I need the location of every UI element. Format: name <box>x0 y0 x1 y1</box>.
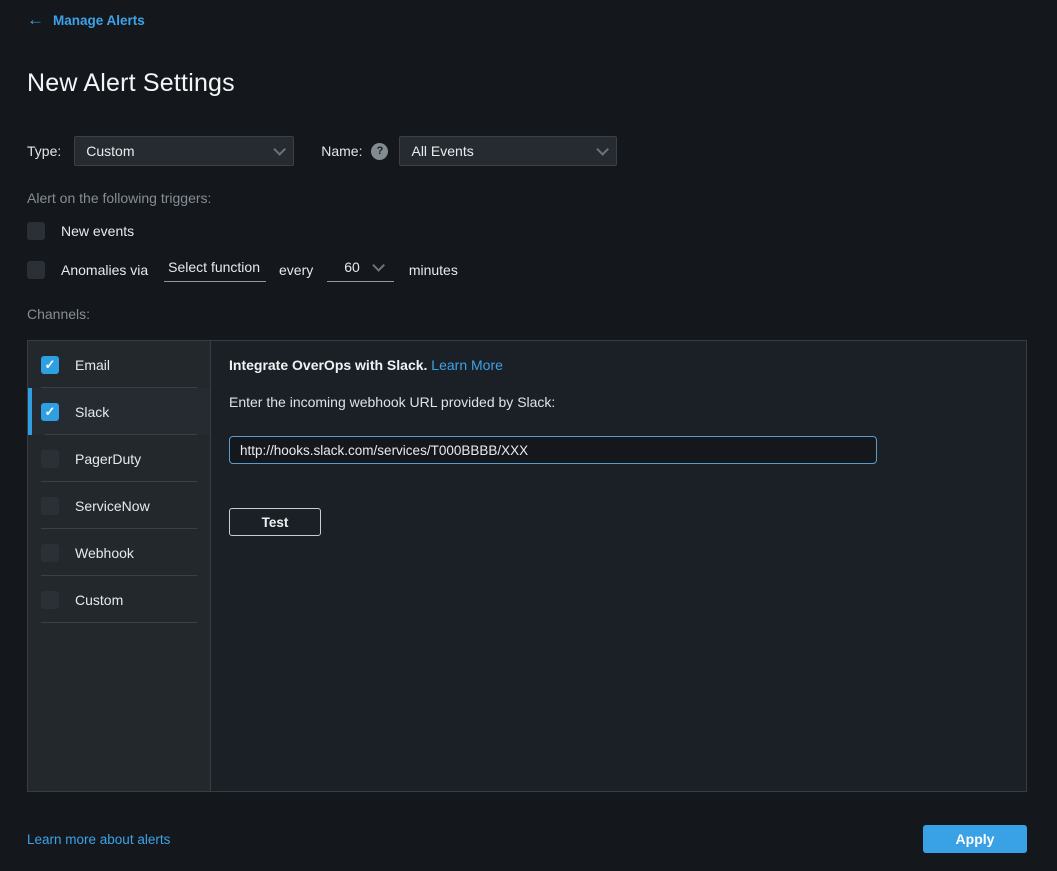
name-select-value: All Events <box>411 143 474 159</box>
minutes-label: minutes <box>408 261 458 278</box>
anomalies-trigger-row: Anomalies via Select function every 60 m… <box>27 257 1027 282</box>
channel-row-email[interactable]: Email <box>28 341 210 388</box>
anomalies-checkbox[interactable] <box>27 260 45 279</box>
chevron-down-icon <box>372 258 385 272</box>
channel-row-custom[interactable]: Custom <box>28 576 210 623</box>
name-select[interactable]: All Events <box>399 136 618 166</box>
new-events-trigger-row: New events <box>27 222 1027 240</box>
channel-row-servicenow[interactable]: ServiceNow <box>28 482 210 529</box>
interval-select[interactable]: 60 <box>327 257 394 282</box>
help-icon[interactable]: ? <box>371 142 389 160</box>
channels-heading: Channels: <box>27 306 91 322</box>
learn-more-about-alerts-link[interactable]: Learn more about alerts <box>27 832 170 847</box>
learn-more-link[interactable]: Learn More <box>431 357 503 373</box>
channel-label: Email <box>75 356 111 373</box>
channel-row-slack[interactable]: Slack <box>28 388 210 435</box>
channel-label: PagerDuty <box>75 450 142 467</box>
back-link-label: Manage Alerts <box>53 12 145 28</box>
channel-row-pagerduty[interactable]: PagerDuty <box>28 435 210 482</box>
channel-label: Slack <box>75 403 110 420</box>
type-select-value: Custom <box>86 143 135 159</box>
slack-intro-line: Integrate OverOps with Slack. Learn More <box>229 357 1008 373</box>
chevron-down-icon <box>596 142 610 156</box>
footer: Learn more about alerts Apply <box>27 825 1027 853</box>
email-checkbox[interactable] <box>41 355 59 374</box>
webhook-checkbox[interactable] <box>41 543 59 562</box>
channel-row-webhook[interactable]: Webhook <box>28 529 210 576</box>
channel-label: ServiceNow <box>75 497 150 514</box>
function-select[interactable]: Select function <box>164 257 266 282</box>
servicenow-checkbox[interactable] <box>41 496 59 515</box>
slack-settings-panel: Integrate OverOps with Slack. Learn More… <box>211 341 1026 791</box>
back-link[interactable]: ← Manage Alerts <box>27 11 1027 29</box>
webhook-instruction: Enter the incoming webhook URL provided … <box>229 394 556 410</box>
slack-checkbox[interactable] <box>41 402 59 421</box>
chevron-down-icon <box>273 142 287 156</box>
triggers-heading: Alert on the following triggers: <box>27 190 212 206</box>
type-label: Type: <box>27 143 62 159</box>
type-name-row: Type: Custom Name: ? All Events <box>27 136 1027 166</box>
channels-box: Email Slack PagerDuty ServiceNow Webhook… <box>27 340 1027 792</box>
slack-intro-text: Integrate OverOps with Slack. <box>229 357 428 373</box>
page-title: New Alert Settings <box>27 69 235 97</box>
every-label: every <box>279 261 314 278</box>
pagerduty-checkbox[interactable] <box>41 449 59 468</box>
interval-select-value: 60 <box>344 259 360 275</box>
back-arrow-icon: ← <box>27 10 44 29</box>
channel-list: Email Slack PagerDuty ServiceNow Webhook… <box>28 341 211 791</box>
page: ← Manage Alerts New Alert Settings Type:… <box>0 0 1057 871</box>
webhook-url-input[interactable] <box>229 436 877 464</box>
name-label: Name: <box>321 143 363 159</box>
channel-label: Custom <box>75 591 124 608</box>
type-select[interactable]: Custom <box>74 136 295 166</box>
custom-checkbox[interactable] <box>41 590 59 609</box>
apply-button[interactable]: Apply <box>923 825 1027 853</box>
new-events-label: New events <box>61 223 135 239</box>
test-button[interactable]: Test <box>229 508 321 536</box>
channel-label: Webhook <box>75 544 134 561</box>
anomalies-label: Anomalies via <box>61 261 149 278</box>
new-events-checkbox[interactable] <box>27 222 45 240</box>
